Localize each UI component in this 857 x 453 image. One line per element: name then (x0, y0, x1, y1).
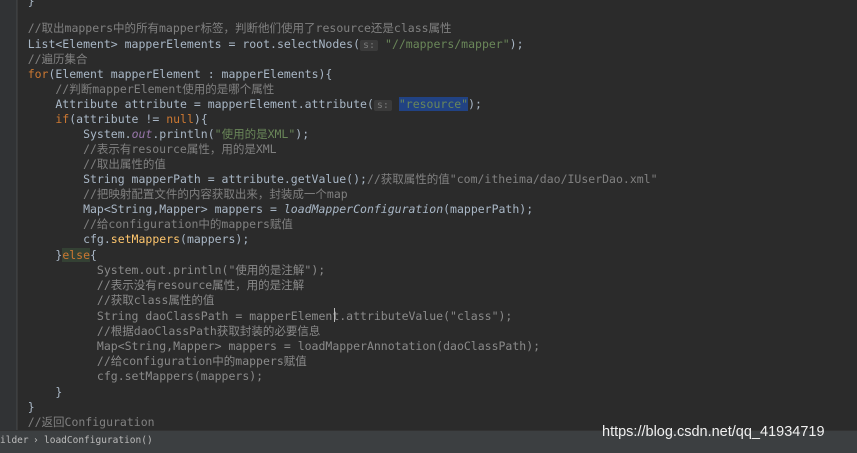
code-line: //获取class属性的值 (0, 293, 215, 307)
code-line: Attribute attribute = mapperElement.attr… (0, 97, 482, 111)
code-line: List<Element> mapperElements = root.sele… (0, 37, 524, 51)
code-line: //表示有resource属性，用的是XML (0, 142, 277, 156)
code-line: if(attribute != null){ (0, 112, 208, 126)
code-line: //取出mappers中的所有mapper标签，判断他们使用了resource还… (0, 21, 452, 35)
breadcrumb-method[interactable]: loadConfiguration() (44, 435, 153, 446)
watermark: https://blog.csdn.net/qq_41934719 (602, 424, 825, 440)
code-editor[interactable]: } //取出mappers中的所有mapper标签，判断他们使用了resourc… (0, 0, 857, 430)
code-line: Map<String,Mapper> mappers = loadMapperA… (0, 339, 541, 353)
code-line: }else{ (0, 248, 97, 262)
code-line: } (0, 385, 63, 399)
code-line: } (0, 400, 35, 414)
code-line: //判断mapperElement使用的是哪个属性 (0, 82, 275, 96)
code-line: //根据daoClassPath获取封装的必要信息 (0, 324, 321, 338)
code-line: cfg.setMappers(mappers); (0, 232, 250, 246)
parameter-hint: s: (373, 100, 392, 111)
text-cursor (334, 308, 335, 322)
code-line: //遍历集合 (0, 52, 88, 66)
code-line: System.out.println("使用的是XML"); (0, 127, 310, 141)
code-line: Map<String,Mapper> mappers = loadMapperC… (0, 202, 534, 216)
code-line: //给configuration中的mappers赋值 (0, 217, 293, 231)
code-line: //给configuration中的mappers赋值 (0, 354, 307, 368)
breadcrumb-class[interactable]: ilder (0, 435, 29, 446)
code-line: //返回Configuration (0, 415, 155, 429)
parameter-hint: s: (360, 40, 379, 51)
code-line: System.out.println("使用的是注解"); (0, 263, 326, 277)
breadcrumb-separator: › (33, 435, 39, 446)
code-line: //表示没有resource属性，用的是注解 (0, 278, 305, 292)
code-line: String mapperPath = attribute.getValue()… (0, 172, 658, 186)
code-line: //取出属性的值 (0, 157, 166, 171)
code-line: //把映射配置文件的内容获取出来，封装成一个map (0, 187, 348, 201)
code-line: for(Element mapperElement : mapperElemen… (0, 67, 333, 81)
code-line: cfg.setMappers(mappers); (0, 369, 264, 383)
code-line: } (0, 0, 35, 8)
code-line: String daoClassPath = mapperElement.attr… (0, 309, 513, 323)
